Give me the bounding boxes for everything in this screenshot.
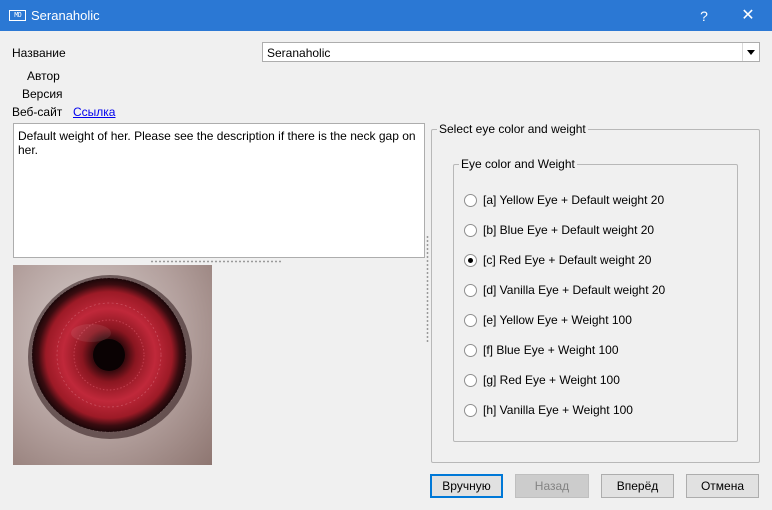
cancel-button[interactable]: Отмена [686, 474, 759, 498]
radio-option-d[interactable]: [d] Vanilla Eye + Default weight 20 [464, 282, 665, 298]
horizontal-splitter-handle[interactable] [150, 260, 282, 263]
radio-option-h[interactable]: [h] Vanilla Eye + Weight 100 [464, 402, 633, 418]
help-button[interactable]: ? [693, 6, 715, 26]
chevron-down-icon[interactable] [742, 43, 759, 61]
radio-label: [g] Red Eye + Weight 100 [483, 373, 620, 387]
vertical-splitter-handle[interactable] [426, 235, 429, 343]
radio-button[interactable] [464, 223, 477, 237]
eye-preview-image [13, 265, 212, 465]
radio-button[interactable] [464, 403, 477, 417]
next-button[interactable]: Вперёд [601, 474, 674, 498]
radio-label: [a] Yellow Eye + Default weight 20 [483, 193, 665, 207]
radio-label: [f] Blue Eye + Weight 100 [483, 343, 619, 357]
radio-button-selected[interactable] [464, 253, 477, 267]
website-link[interactable]: Ссылка [73, 105, 115, 119]
version-label: Версия [22, 87, 63, 101]
radio-option-b[interactable]: [b] Blue Eye + Default weight 20 [464, 222, 654, 238]
name-combobox-value: Seranaholic [267, 46, 331, 60]
radio-option-a[interactable]: [a] Yellow Eye + Default weight 20 [464, 192, 664, 208]
radio-button[interactable] [464, 193, 477, 207]
radio-button[interactable] [464, 373, 477, 387]
title-bar: MO Seranaholic ? ✕ [0, 0, 772, 31]
description-text[interactable]: Default weight of her. Please see the de… [13, 123, 425, 258]
radio-label: [e] Yellow Eye + Weight 100 [483, 313, 632, 327]
radio-label: [h] Vanilla Eye + Weight 100 [483, 403, 633, 417]
radio-button[interactable] [464, 313, 477, 327]
radio-option-g[interactable]: [g] Red Eye + Weight 100 [464, 372, 620, 388]
radio-button[interactable] [464, 283, 477, 297]
back-button[interactable]: Назад [515, 474, 589, 498]
radio-option-c[interactable]: [c] Red Eye + Default weight 20 [464, 252, 651, 268]
radio-label: [b] Blue Eye + Default weight 20 [483, 223, 655, 237]
close-button[interactable]: ✕ [736, 6, 760, 26]
outer-group-title: Select eye color and weight [437, 122, 588, 136]
name-combobox[interactable]: Seranaholic [262, 42, 760, 62]
author-label: Автор [27, 69, 60, 83]
radio-option-e[interactable]: [e] Yellow Eye + Weight 100 [464, 312, 632, 328]
inner-group-title: Eye color and Weight [459, 157, 577, 171]
radio-button[interactable] [464, 343, 477, 357]
radio-label: [c] Red Eye + Default weight 20 [483, 253, 652, 267]
window-title: Seranaholic [31, 8, 100, 23]
website-label: Веб-сайт [12, 105, 63, 119]
mo-icon: MO [9, 10, 26, 21]
name-label: Название [12, 46, 66, 60]
radio-label: [d] Vanilla Eye + Default weight 20 [483, 283, 666, 297]
manual-button[interactable]: Вручную [430, 474, 503, 498]
radio-option-f[interactable]: [f] Blue Eye + Weight 100 [464, 342, 619, 358]
